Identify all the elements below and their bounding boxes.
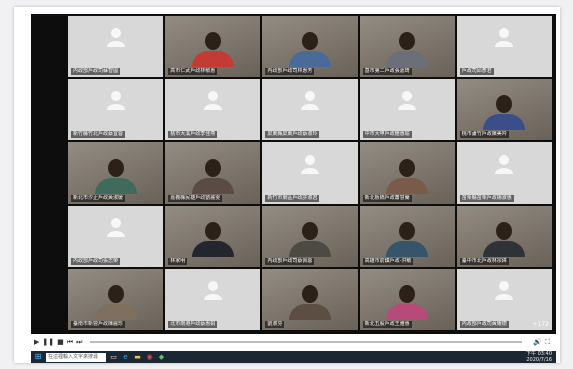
participant-name: 北市南港戶政蔡惠娟 (168, 321, 218, 328)
participant-name: 嘉義縣民雄戶政劉麗雯 (168, 194, 223, 202)
taskbar-search-input[interactable]: 在這裡輸入文字來搜尋 (46, 352, 106, 362)
default-avatar-icon (495, 280, 514, 304)
more-participants-count[interactable]: +172 (533, 321, 549, 328)
participant-name: 內政部戶政司蔡佩蓉 (265, 257, 315, 265)
participant-tile[interactable]: 內政部戶政司蘇智國 (68, 16, 164, 78)
participant-tile[interactable]: 新北五股戶政王雅惠 (359, 268, 455, 330)
participant-tile[interactable]: 臺南市新營戶政陳麗珍 (68, 268, 164, 330)
participant-tile[interactable]: 中市大甲戶政鍾惠瑜 (359, 79, 455, 141)
participant-name: 高雄市前鎮戶政-洪敏 (362, 257, 414, 265)
participant-name: 內政部戶政司黃耀德 (459, 321, 509, 328)
clock-date: 2020/7/16 (526, 357, 552, 363)
next-button[interactable]: ⏭ (76, 338, 82, 347)
participant-tile[interactable]: 桃市蘆竹戶政陳美吟 (456, 79, 552, 141)
participant-tile[interactable]: 內政部戶政司黃耀德 +172 (456, 268, 552, 330)
participant-name: 內政部戶政司張志榮 (71, 257, 121, 265)
system-tray-clock[interactable]: 下午 03:40 2020/7/16 (526, 351, 552, 363)
participant-name: 臺中市北戶政林宗緯 (459, 257, 509, 265)
fullscreen-button[interactable]: ⛶ (545, 338, 550, 347)
participant-name: 新北五股戶政王雅惠 (362, 321, 412, 328)
default-avatar-icon (106, 217, 125, 241)
default-avatar-icon (495, 154, 514, 178)
participant-video (288, 32, 331, 68)
participant-tile[interactable]: 劉淑芬 (262, 268, 358, 330)
participant-name: 劉淑芬 (265, 321, 285, 328)
participant-name: 新北市汐止戶政黃淑媛 (71, 194, 126, 202)
participant-video (288, 285, 331, 320)
participant-video (191, 32, 234, 68)
default-avatar-icon (203, 90, 222, 114)
participant-video (483, 221, 526, 257)
default-avatar-icon (398, 90, 417, 114)
participant-name: 屏東縣屏東戶政蔡淑玲 (265, 131, 320, 139)
app-icon[interactable]: ◆ (157, 353, 166, 362)
participant-tile[interactable]: 苗栗縣苗栗戶政楊淑惠 (456, 142, 552, 204)
default-avatar-icon (495, 27, 514, 51)
participant-tile[interactable]: 新北市汐止戶政黃淑媛 (68, 142, 164, 204)
participant-tile[interactable]: 新北板橋戶政蕭慧蘭 (359, 142, 455, 204)
windows-taskbar: ⊞ 在這裡輸入文字來搜尋 ▭ e ▬ ◉ ◆ 下午 03:40 2020/7/1… (31, 351, 556, 363)
participant-tile[interactable]: 北市南港戶政蔡惠娟 (165, 268, 261, 330)
participant-video (288, 221, 331, 257)
participant-video (386, 221, 429, 257)
participant-video (94, 158, 137, 194)
previous-button[interactable]: ⏮ (67, 338, 73, 347)
chrome-browser-icon[interactable]: ◉ (145, 353, 154, 362)
participant-name: 高市仁武戶政林敏惠 (168, 68, 218, 76)
participant-tile[interactable]: 內政部戶政司林惠芳 (262, 16, 358, 78)
participant-tile[interactable]: 桃市大溪戶政李佳燕 (165, 79, 261, 141)
participant-tile[interactable]: 高雄市前鎮戶政-洪敏 (359, 205, 455, 267)
participant-video (386, 32, 429, 68)
participant-tile[interactable]: 林家明 (165, 205, 261, 267)
participant-name: 新北板橋戶政蕭慧蘭 (362, 194, 412, 202)
stop-button[interactable]: ■ (57, 338, 64, 346)
volume-icon[interactable]: 🔊 (533, 338, 542, 346)
participant-video (191, 221, 234, 257)
participant-tile[interactable]: 戶政司邱彥君 (456, 16, 552, 78)
pause-button[interactable]: ❚❚ (42, 338, 54, 346)
participant-name: 內政部戶政司蘇智國 (71, 68, 121, 76)
participant-tile[interactable]: 屏東縣屏東戶政蔡淑玲 (262, 79, 358, 141)
participant-tile[interactable]: 內政部戶政司蔡佩蓉 (262, 205, 358, 267)
participant-tile[interactable]: 新竹市東區戶政許淑君 (262, 142, 358, 204)
default-avatar-icon (300, 154, 319, 178)
windows-start-icon[interactable]: ⊞ (33, 352, 43, 362)
participant-video (191, 158, 234, 194)
participant-name: 新竹縣竹北戶政蔡宜蓉 (71, 131, 126, 139)
participant-name: 中市大甲戶政鍾惠瑜 (362, 131, 412, 139)
task-view-icon[interactable]: ▭ (109, 353, 118, 362)
participant-name: 內政部戶政司林惠芳 (265, 68, 315, 76)
participant-name: 桃市大溪戶政李佳燕 (168, 131, 218, 139)
participant-tile[interactable]: 臺中市北戶政林宗緯 (456, 205, 552, 267)
default-avatar-icon (106, 27, 125, 51)
participant-name: 臺南市新營戶政陳麗珍 (71, 321, 126, 328)
participant-tile[interactable]: 高市仁武戶政林敏惠 (165, 16, 261, 78)
participant-name: 新竹市東區戶政許淑君 (265, 194, 320, 202)
default-avatar-icon (203, 280, 222, 304)
participant-video (483, 95, 526, 131)
participant-video (94, 285, 137, 320)
participant-grid: 內政部戶政司蘇智國 高市仁武戶政林敏惠 內政部戶政司林惠芳 基市第二戶政張嘉琦 戶政司邱… (68, 16, 552, 330)
participant-tile[interactable]: 基市第二戶政張嘉琦 (359, 16, 455, 78)
seek-bar[interactable] (90, 341, 523, 343)
participant-tile[interactable]: 嘉義縣民雄戶政劉麗雯 (165, 142, 261, 204)
participant-name: 林家明 (168, 257, 188, 265)
participant-video (386, 285, 429, 320)
participant-name: 桃市蘆竹戶政陳美吟 (459, 131, 509, 139)
edge-browser-icon[interactable]: e (121, 353, 130, 362)
participant-name: 戶政司邱彥君 (459, 68, 494, 76)
default-avatar-icon (300, 90, 319, 114)
participant-tile[interactable]: 內政部戶政司張志榮 (68, 205, 164, 267)
file-explorer-icon[interactable]: ▬ (133, 353, 142, 362)
play-button[interactable]: ▶ (34, 338, 39, 346)
participant-video (386, 158, 429, 194)
media-player-controls: ▶ ❚❚ ■ ⏮ ⏭ 🔊 ⛶ (31, 334, 556, 350)
participant-name: 苗栗縣苗栗戶政楊淑惠 (459, 194, 514, 202)
video-gallery: 內政部戶政司蘇智國 高市仁武戶政林敏惠 內政部戶政司林惠芳 基市第二戶政張嘉琦 戶政司邱… (31, 14, 556, 334)
default-avatar-icon (106, 90, 125, 114)
participant-name: 基市第二戶政張嘉琦 (362, 68, 412, 76)
participant-tile[interactable]: 新竹縣竹北戶政蔡宜蓉 (68, 79, 164, 141)
